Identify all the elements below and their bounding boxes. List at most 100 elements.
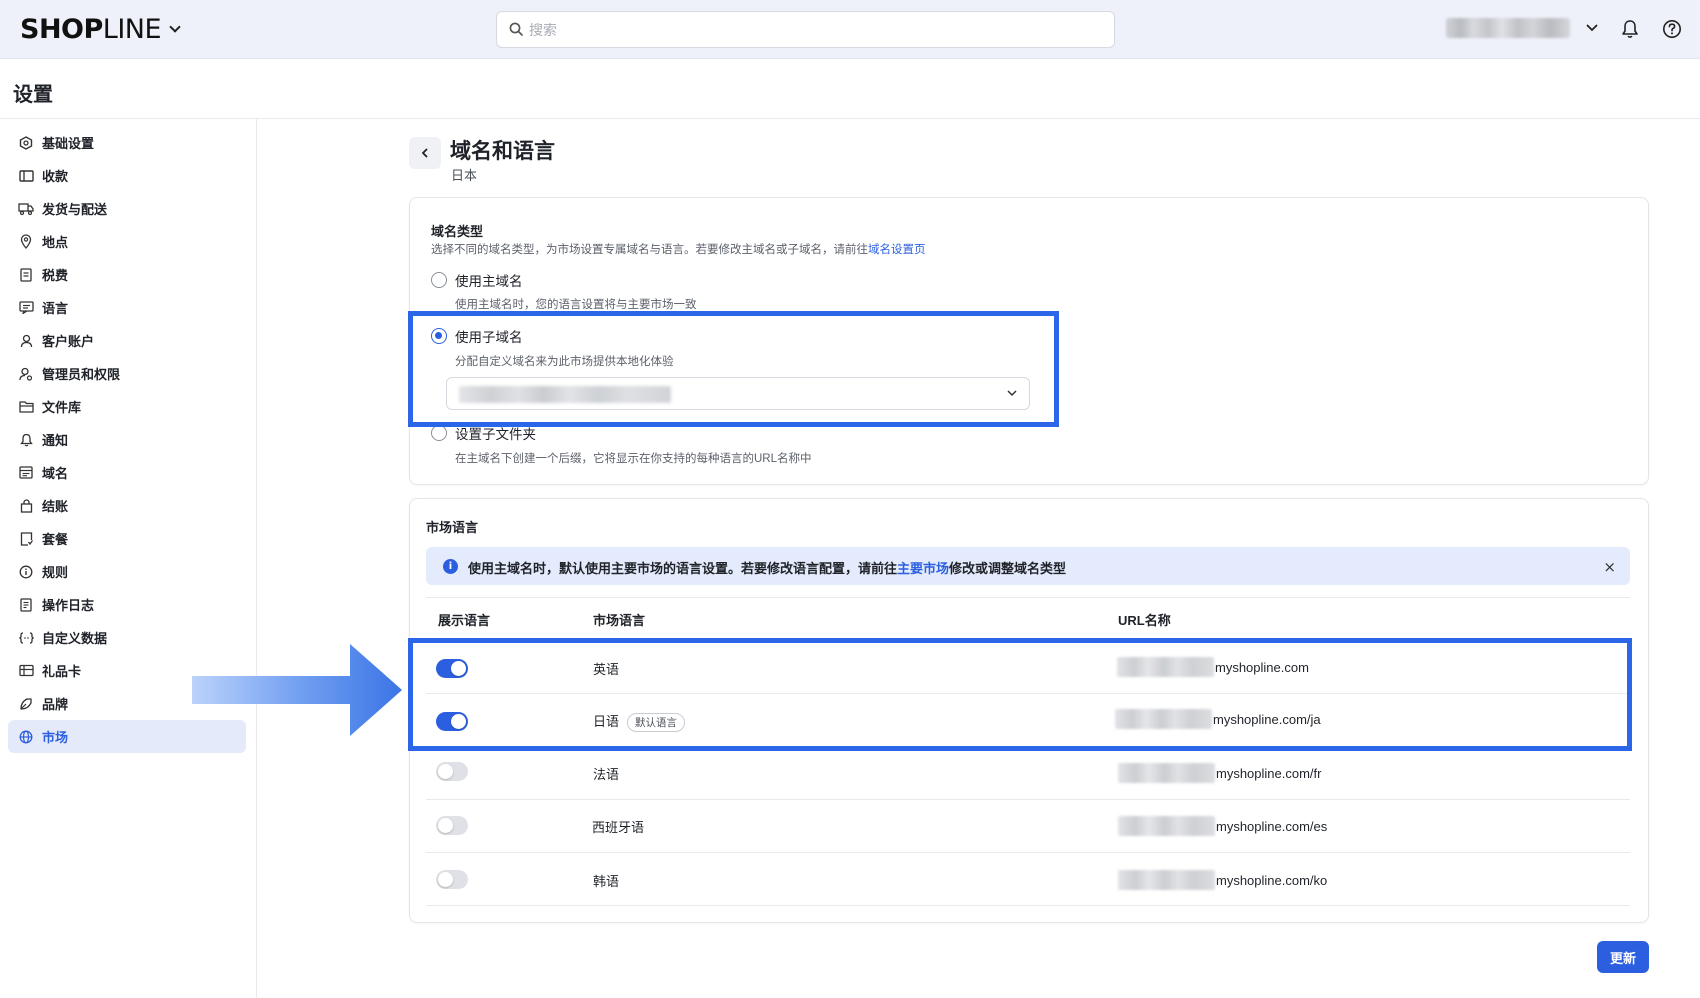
toggle-display-language[interactable] — [436, 870, 468, 889]
sidebar-item-taxes[interactable]: 税费 — [8, 258, 246, 291]
user-account-name[interactable] — [1446, 18, 1570, 38]
radio-help-text: 分配自定义域名来为此市场提供本地化体验 — [455, 356, 674, 368]
sidebar-item-domains[interactable]: 域名 — [8, 456, 246, 489]
sidebar-item-label: 自定义数据 — [42, 631, 108, 646]
market-language-title: 市场语言 — [426, 520, 479, 535]
logo[interactable]: SHOPLINE — [20, 14, 181, 45]
update-button[interactable]: 更新 — [1597, 941, 1649, 973]
table-row-language: 法语 — [593, 767, 620, 782]
admin-user-icon — [18, 366, 34, 382]
sidebar-item-shipping[interactable]: 发货与配送 — [8, 192, 246, 225]
info-notice: i 使用主域名时，默认使用主要市场的语言设置。若要修改语言配置，请前往主要市场修… — [426, 547, 1630, 585]
sidebar-item-customer-accounts[interactable]: 客户账户 — [8, 324, 246, 357]
sidebar-item-label: 通知 — [42, 433, 69, 448]
table-row-url: myshopline.com/ko — [1118, 870, 1327, 890]
radio-button[interactable] — [431, 272, 447, 288]
sidebar-item-label: 套餐 — [42, 532, 69, 547]
domain-icon — [18, 465, 34, 481]
notice-text: 使用主域名时，默认使用主要市场的语言设置。若要修改语言配置，请前往主要市场修改或… — [468, 561, 1067, 576]
url-prefix-blurred — [1118, 763, 1215, 783]
subdomain-value — [459, 386, 671, 403]
sidebar-item-files[interactable]: 文件库 — [8, 390, 246, 423]
domain-type-description: 选择不同的域名类型，为市场设置专属域名与语言。若要修改主域名或子域名，请前往域名… — [431, 244, 926, 256]
user-icon — [18, 333, 34, 349]
wallet-icon — [18, 168, 34, 184]
sidebar-item-plans[interactable]: 套餐 — [8, 522, 246, 555]
table-row-url: myshopline.com/ja — [1115, 709, 1321, 729]
logo-text: SHOPLINE — [20, 14, 162, 45]
radio-subdomain[interactable]: 使用子域名 — [431, 326, 523, 346]
help-icon[interactable] — [1662, 19, 1682, 39]
search-icon — [509, 22, 523, 36]
table-row-language: 西班牙语 — [592, 820, 645, 835]
plan-icon — [18, 531, 34, 547]
sidebar-item-label: 地点 — [42, 235, 69, 250]
hexagon-icon — [18, 135, 34, 151]
url-prefix-blurred — [1118, 870, 1215, 890]
sidebar-item-locations[interactable]: 地点 — [8, 225, 246, 258]
shopping-bag-icon — [18, 498, 34, 514]
sidebar-item-label: 税费 — [42, 268, 69, 283]
subdomain-select[interactable] — [446, 377, 1030, 410]
sidebar-item-label: 管理员和权限 — [42, 367, 121, 382]
search-box[interactable] — [496, 11, 1115, 48]
sidebar-item-admins-permissions[interactable]: 管理员和权限 — [8, 357, 246, 390]
divider — [426, 746, 1630, 747]
chevron-down-icon[interactable] — [1586, 24, 1598, 32]
gift-card-icon — [18, 663, 34, 679]
sidebar-item-label: 结账 — [42, 499, 69, 514]
domain-settings-link[interactable]: 域名设置页 — [868, 244, 926, 256]
toggle-display-language[interactable] — [436, 762, 468, 781]
column-header-url-name: URL名称 — [1118, 613, 1171, 628]
sidebar-item-label: 收款 — [42, 169, 69, 184]
globe-icon — [18, 729, 34, 745]
radio-button[interactable] — [431, 328, 447, 344]
sidebar-item-label: 规则 — [42, 565, 69, 580]
bell-icon[interactable] — [1621, 19, 1639, 39]
toggle-display-language[interactable] — [436, 712, 468, 731]
close-icon[interactable]: × — [1603, 558, 1616, 576]
table-row-url: myshopline.com/fr — [1118, 763, 1321, 783]
back-button[interactable] — [409, 137, 441, 169]
radio-label: 使用主域名 — [455, 274, 523, 289]
column-header-display-language: 展示语言 — [438, 613, 491, 628]
sidebar-item-languages[interactable]: 语言 — [8, 291, 246, 324]
sidebar-item-policies[interactable]: 规则 — [8, 555, 246, 588]
radio-help-text: 使用主域名时，您的语言设置将与主要市场一致 — [455, 299, 697, 311]
radio-help-text: 在主域名下创建一个后缀，它将显示在你支持的每种语言的URL名称中 — [455, 453, 812, 465]
toggle-display-language[interactable] — [436, 659, 468, 678]
info-circle-icon — [18, 564, 34, 580]
page-title: 设置 — [13, 84, 53, 106]
sidebar-item-payments[interactable]: 收款 — [8, 159, 246, 192]
sidebar-item-label: 域名 — [42, 466, 69, 481]
divider — [426, 799, 1630, 800]
market-name: 日本 — [451, 168, 478, 183]
sidebar-item-label: 基础设置 — [42, 136, 95, 151]
primary-market-link[interactable]: 主要市场 — [897, 561, 949, 576]
url-prefix-blurred — [1118, 816, 1215, 836]
divider — [426, 693, 1630, 694]
sidebar-item-activity-log[interactable]: 操作日志 — [8, 588, 246, 621]
radio-subfolder[interactable]: 设置子文件夹 — [431, 423, 536, 443]
radio-button[interactable] — [431, 425, 447, 441]
search-input[interactable] — [529, 18, 1089, 42]
bell-icon — [18, 432, 34, 448]
sidebar-item-basic-settings[interactable]: 基础设置 — [8, 126, 246, 159]
domain-type-title: 域名类型 — [431, 224, 484, 239]
sidebar-item-label: 客户账户 — [42, 334, 95, 349]
toggle-display-language[interactable] — [436, 816, 468, 835]
radio-primary-domain[interactable]: 使用主域名 — [431, 270, 523, 290]
radio-label: 设置子文件夹 — [455, 427, 536, 442]
chevron-down-icon — [169, 21, 181, 33]
divider — [426, 852, 1630, 853]
radio-label: 使用子域名 — [455, 330, 523, 345]
table-row-language: 日语 默认语言 — [593, 711, 686, 733]
sidebar-item-label: 发货与配送 — [42, 202, 108, 217]
brand-icon — [18, 696, 34, 712]
truck-icon — [18, 201, 34, 217]
sidebar-item-label: 礼品卡 — [42, 664, 82, 679]
arrow-annotation-icon — [192, 644, 402, 736]
sidebar-item-checkout[interactable]: 结账 — [8, 489, 246, 522]
divider — [426, 597, 1630, 598]
sidebar-item-notifications[interactable]: 通知 — [8, 423, 246, 456]
